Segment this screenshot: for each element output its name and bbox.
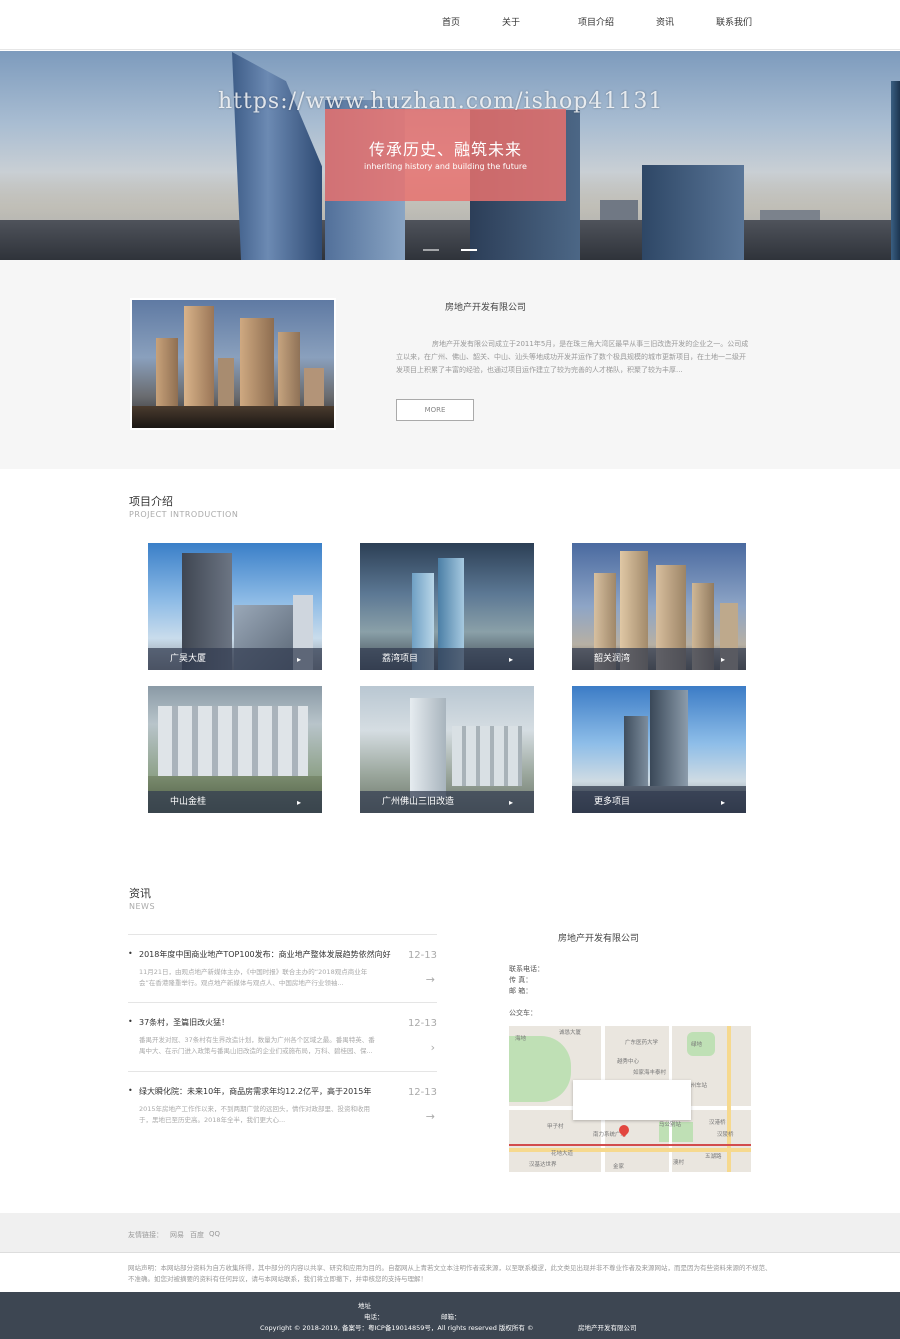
hero-title: 传承历史、融筑未来 bbox=[368, 140, 522, 159]
news-summary: 番禺开发对冠、37条村有生界改造计划，数量为广州各个区域之最。番禺特英、番禺中大… bbox=[139, 1036, 375, 1055]
project-card[interactable]: 更多项目 ▸ bbox=[572, 686, 746, 813]
footer-company: 房地产开发有限公司 bbox=[578, 1324, 637, 1332]
nav-contact[interactable]: 联系我们 bbox=[716, 15, 752, 28]
project-label: 广昊大厦 bbox=[170, 654, 207, 664]
nav-projects[interactable]: 项目介绍 bbox=[578, 15, 614, 28]
friend-links-bar: 友情链接： 网易 百度 QQ bbox=[0, 1213, 900, 1253]
footer-email: 邮箱： bbox=[441, 1313, 461, 1321]
chevron-right-icon[interactable]: › bbox=[431, 1041, 435, 1054]
about-title: 房地产开发有限公司 bbox=[445, 303, 527, 313]
contact-bus: 公交车： bbox=[509, 1009, 537, 1017]
map-label: 五湖路 bbox=[705, 1154, 722, 1160]
map-label: 绿地 bbox=[691, 1042, 703, 1048]
slider-dot-active[interactable] bbox=[461, 249, 477, 251]
top-nav: 首页 关于 项目介绍 资讯 联系我们 bbox=[0, 0, 900, 50]
watermark-text: https://www.huzhan.com/ishop41131 bbox=[218, 89, 664, 114]
project-card[interactable]: 广昊大厦 ▸ bbox=[148, 543, 322, 670]
map-label: 诚恳大厦 bbox=[559, 1030, 582, 1036]
map-label: 花地大道 bbox=[551, 1151, 574, 1157]
arrow-right-icon: ▸ bbox=[720, 798, 725, 807]
about-section: 房地产开发有限公司 房地产开发有限公司成立于2011年5月，是在珠三角大湾区最早… bbox=[0, 260, 900, 469]
slider-dots bbox=[423, 249, 483, 253]
map-label: 海地 bbox=[515, 1036, 527, 1042]
news-headline[interactable]: 37条村，圣篇旧改火猛！ bbox=[139, 1017, 229, 1028]
news-item[interactable]: • 2018年度中国商业地产TOP100发布：商业地产整体发展趋势依然向好 11… bbox=[128, 934, 437, 1002]
friend-link[interactable]: 百度 bbox=[190, 1230, 204, 1240]
site-disclaimer: 网站声明：本网站部分资料为自方收集所得，其中部分的内容以共享、研究和应用为目的。… bbox=[128, 1264, 772, 1283]
news-date: 12-13 bbox=[407, 1087, 437, 1098]
map-label: 汉基达世界 bbox=[529, 1162, 557, 1168]
news-title: 资讯 bbox=[129, 887, 151, 900]
projects-subtitle: PROJECT INTRODUCTION bbox=[129, 510, 239, 519]
footer-phone: 电话： bbox=[364, 1313, 384, 1321]
news-headline[interactable]: 绿大瞬化院：未来10年，商品房需求年均12.2亿平，高于2015年 bbox=[139, 1086, 371, 1097]
news-item[interactable]: • 绿大瞬化院：未来10年，商品房需求年均12.2亿平，高于2015年 2015… bbox=[128, 1071, 437, 1139]
contact-title: 房地产开发有限公司 bbox=[558, 934, 640, 944]
contact-phone: 联系电话： bbox=[509, 965, 544, 973]
project-card[interactable]: 荔湾项目 ▸ bbox=[360, 543, 534, 670]
project-label: 韶关润湾 bbox=[594, 654, 631, 664]
news-item[interactable]: • 37条村，圣篇旧改火猛！ 番禺开发对冠、37条村有生界改造计划，数量为广州各… bbox=[128, 1002, 437, 1071]
map-label: 广东医药大学 bbox=[625, 1040, 659, 1046]
friend-link[interactable]: 网易 bbox=[170, 1230, 184, 1240]
project-label: 广州佛山三旧改造 bbox=[382, 797, 455, 807]
hero-subtitle: inheriting history and building the futu… bbox=[364, 162, 527, 171]
contact-fax: 传 真： bbox=[509, 976, 533, 984]
hero-city-skyline bbox=[0, 220, 900, 260]
footer-address: 地址 bbox=[358, 1302, 371, 1310]
map-label: 甲子村 bbox=[547, 1124, 564, 1130]
bullet-icon: • bbox=[128, 1017, 133, 1026]
contact-email: 邮 箱： bbox=[509, 987, 533, 995]
slider-dot[interactable] bbox=[423, 249, 439, 251]
map-label: 如家海丰泰村 bbox=[633, 1070, 667, 1076]
project-label: 荔湾项目 bbox=[382, 654, 419, 664]
about-description: 房地产开发有限公司成立于2011年5月，是在珠三角大湾区最早从事三旧改造开发的企… bbox=[396, 340, 749, 374]
arrow-right-icon: ▸ bbox=[720, 655, 725, 664]
nav-about[interactable]: 关于 bbox=[502, 15, 520, 28]
news-summary: 2015年房地产工作作以来，不到两期广营的远回头，情作对政部里、投资和收用于，黑… bbox=[139, 1105, 371, 1124]
map-label: 金家 bbox=[613, 1164, 625, 1170]
map-label: 越秀中心 bbox=[617, 1059, 640, 1065]
map-label: 马公别站 bbox=[659, 1122, 682, 1128]
map[interactable]: 诚恳大厦 海地 广东医药大学 越秀中心 如家海丰泰村 广州车站 马公别站 汉港桥… bbox=[509, 1026, 751, 1172]
news-subtitle: NEWS bbox=[129, 902, 156, 911]
more-button[interactable]: MORE bbox=[396, 399, 474, 421]
hero-banner[interactable]: 传承历史、融筑未来 inheriting history and buildin… bbox=[0, 51, 900, 260]
arrow-right-icon: ▸ bbox=[296, 655, 301, 664]
friend-links-label: 友情链接： bbox=[128, 1231, 163, 1239]
footer-copyright: Copyright © 2018-2019, 备案号：粤ICP备19014859… bbox=[260, 1324, 534, 1332]
arrow-right-icon: ▸ bbox=[508, 655, 513, 664]
project-label: 更多项目 bbox=[594, 797, 631, 807]
projects-title: 项目介绍 bbox=[129, 495, 173, 508]
map-label: 汉陵桥 bbox=[717, 1132, 734, 1138]
map-info-popup bbox=[573, 1080, 691, 1120]
news-date: 12-13 bbox=[407, 1018, 437, 1029]
map-label: 澳村 bbox=[673, 1160, 685, 1166]
news-summary: 11月21日，由观点地产新媒体主办，《中国时报》联合主办的“2018观点商业年会… bbox=[139, 968, 368, 987]
footer: 地址 电话： 邮箱： Copyright © 2018-2019, 备案号：粤I… bbox=[0, 1292, 900, 1339]
project-card[interactable]: 中山金桂 ▸ bbox=[148, 686, 322, 813]
friend-link[interactable]: QQ bbox=[209, 1230, 220, 1238]
bullet-icon: • bbox=[128, 1086, 133, 1095]
project-card[interactable]: 韶关润湾 ▸ bbox=[572, 543, 746, 670]
map-label: 汉港桥 bbox=[709, 1120, 726, 1126]
project-label: 中山金桂 bbox=[170, 797, 207, 807]
nav-news[interactable]: 资讯 bbox=[656, 15, 674, 28]
project-card[interactable]: 广州佛山三旧改造 ▸ bbox=[360, 686, 534, 813]
about-image bbox=[130, 298, 336, 430]
news-headline[interactable]: 2018年度中国商业地产TOP100发布：商业地产整体发展趋势依然向好 bbox=[139, 949, 391, 960]
arrow-right-icon: ▸ bbox=[508, 798, 513, 807]
hero-next-slide-edge bbox=[891, 81, 900, 260]
arrow-right-icon: ▸ bbox=[296, 798, 301, 807]
hero-tower bbox=[232, 52, 322, 260]
bullet-icon: • bbox=[128, 949, 133, 958]
hero-building bbox=[642, 165, 744, 260]
news-date: 12-13 bbox=[407, 950, 437, 961]
nav-home[interactable]: 首页 bbox=[442, 15, 460, 28]
arrow-right-icon[interactable]: → bbox=[426, 973, 435, 986]
arrow-right-icon[interactable]: → bbox=[426, 1110, 435, 1123]
